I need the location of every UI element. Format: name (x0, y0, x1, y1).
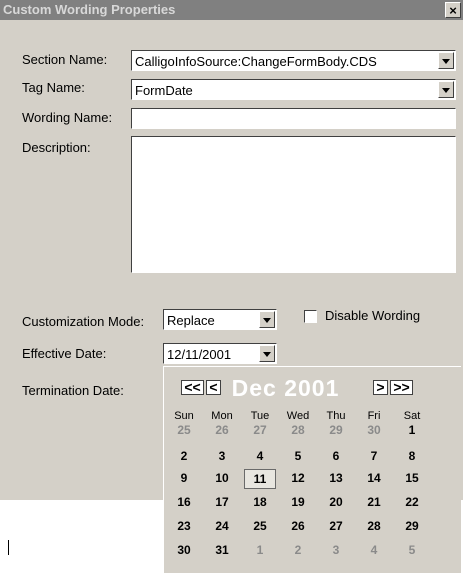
dropdown-arrow-icon (442, 88, 450, 93)
calendar-day[interactable]: 8 (396, 449, 428, 463)
calendar-day[interactable]: 19 (282, 495, 314, 509)
calendar-day[interactable]: 13 (320, 471, 352, 485)
section-name-combobox[interactable]: CalligoInfoSource:ChangeFormBody.CDS (131, 50, 456, 71)
weekday-header: Thu (326, 410, 346, 422)
effective-date-value: 12/11/2001 (167, 347, 232, 362)
calendar-day[interactable]: 18 (244, 495, 276, 509)
prev-year-button[interactable]: << (181, 380, 204, 395)
calendar-day[interactable]: 6 (320, 449, 352, 463)
calendar-day[interactable]: 16 (168, 495, 200, 509)
calendar-day[interactable]: 15 (396, 471, 428, 485)
calendar-dropdown: << < Dec 2001 > >> Sun Mon Tue Wed Thu Fri Sat… (163, 366, 461, 573)
calendar-month-label: Dec 2001 (231, 375, 340, 401)
calendar-day[interactable]: 31 (206, 543, 238, 557)
divider (8, 540, 9, 555)
tag-name-dropdown-button[interactable] (438, 81, 454, 98)
calendar-day[interactable]: 3 (206, 449, 238, 463)
calendar-day[interactable]: 26 (282, 519, 314, 533)
dropdown-arrow-icon (263, 352, 271, 357)
window-title: Custom Wording Properties (3, 2, 176, 17)
calendar-day[interactable]: 20 (320, 495, 352, 509)
calendar-day[interactable]: 9 (168, 471, 200, 485)
calendar-day[interactable]: 10 (206, 471, 238, 485)
calendar-day[interactable]: 2 (282, 543, 314, 557)
calendar-day[interactable]: 25 (168, 423, 200, 437)
calendar-day[interactable]: 30 (358, 423, 390, 437)
description-label: Description: (22, 140, 91, 155)
calendar-day[interactable]: 17 (206, 495, 238, 509)
calendar-day[interactable]: 29 (396, 519, 428, 533)
customization-mode-label: Customization Mode: (22, 314, 145, 329)
termination-date-label: Termination Date: (22, 383, 124, 398)
calendar-day[interactable]: 4 (358, 543, 390, 557)
calendar-day[interactable]: 4 (244, 449, 276, 463)
customization-mode-dropdown-button[interactable] (259, 311, 275, 328)
weekday-header: Wed (286, 410, 310, 422)
next-month-button[interactable]: > (373, 380, 388, 395)
dropdown-arrow-icon (442, 59, 450, 64)
calendar-day[interactable]: 28 (282, 423, 314, 437)
calendar-day[interactable]: 2 (168, 449, 200, 463)
section-name-value: CalligoInfoSource:ChangeFormBody.CDS (135, 54, 377, 69)
calendar-day[interactable]: 23 (168, 519, 200, 533)
calendar-day[interactable]: 5 (282, 449, 314, 463)
disable-wording-checkbox[interactable] (304, 310, 317, 323)
tag-name-label: Tag Name: (22, 80, 85, 95)
calendar-day[interactable]: 27 (244, 423, 276, 437)
weekday-header: Sun (174, 410, 194, 422)
weekday-header: Sat (403, 410, 421, 422)
calendar-day[interactable]: 25 (244, 519, 276, 533)
calendar-day[interactable]: 28 (358, 519, 390, 533)
calendar-day[interactable]: 1 (244, 543, 276, 557)
section-name-dropdown-button[interactable] (438, 52, 454, 69)
calendar-day[interactable]: 30 (168, 543, 200, 557)
close-button[interactable]: × (445, 2, 461, 18)
description-textarea[interactable] (131, 136, 456, 273)
effective-date-label: Effective Date: (22, 346, 107, 361)
weekday-header: Fri (367, 410, 381, 422)
calendar-day[interactable]: 27 (320, 519, 352, 533)
calendar-day[interactable]: 29 (320, 423, 352, 437)
wording-name-input[interactable] (131, 108, 456, 129)
calendar-day[interactable]: 26 (206, 423, 238, 437)
close-icon: × (449, 3, 457, 18)
effective-date-picker[interactable]: 12/11/2001 (163, 343, 277, 364)
effective-date-dropdown-button[interactable] (259, 345, 275, 362)
weekday-header: Mon (211, 410, 233, 422)
calendar-day[interactable]: 12 (282, 471, 314, 485)
calendar-day[interactable]: 24 (206, 519, 238, 533)
calendar-day[interactable]: 7 (358, 449, 390, 463)
disable-wording-label[interactable]: Disable Wording (325, 308, 420, 323)
customization-mode-value: Replace (167, 313, 215, 328)
next-year-button[interactable]: >> (390, 380, 413, 395)
calendar-day[interactable]: 14 (358, 471, 390, 485)
dropdown-arrow-icon (263, 318, 271, 323)
section-name-label: Section Name: (22, 52, 108, 67)
tag-name-combobox[interactable]: FormDate (131, 79, 456, 100)
title-bar[interactable]: Custom Wording Properties × (0, 0, 463, 20)
tag-name-value: FormDate (135, 83, 193, 98)
calendar-day[interactable]: 3 (320, 543, 352, 557)
calendar-day[interactable]: 21 (358, 495, 390, 509)
calendar-day[interactable]: 1 (396, 423, 428, 437)
calendar-day[interactable]: 11 (244, 469, 276, 489)
wording-name-label: Wording Name: (22, 110, 113, 125)
calendar-day[interactable]: 22 (396, 495, 428, 509)
customization-mode-combobox[interactable]: Replace (163, 309, 277, 330)
weekday-header: Tue (250, 410, 270, 422)
calendar-day[interactable]: 5 (396, 543, 428, 557)
